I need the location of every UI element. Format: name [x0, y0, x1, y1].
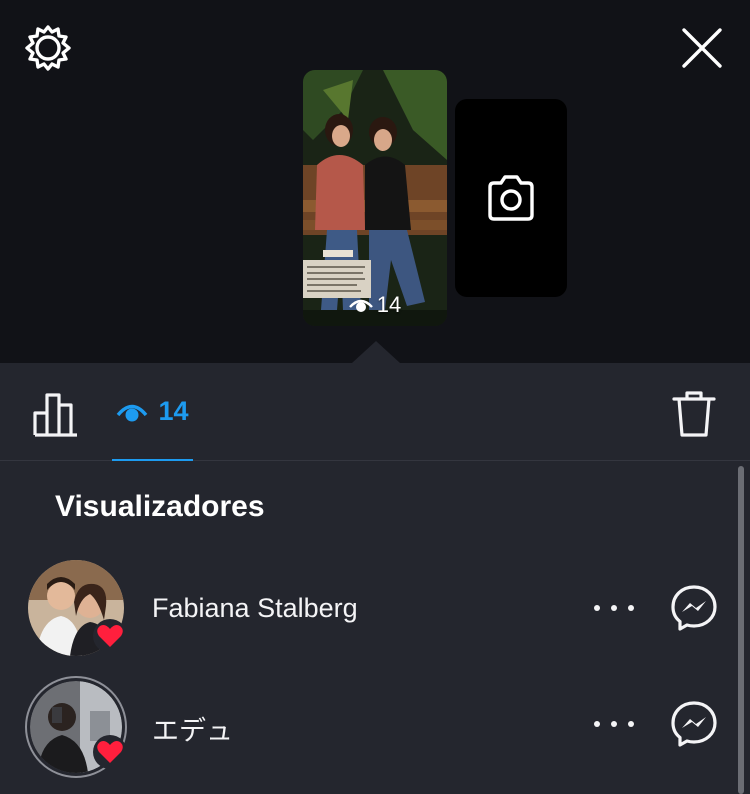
more-dot — [594, 721, 600, 727]
send-message-button[interactable] — [670, 584, 718, 632]
bar-chart-icon — [33, 393, 77, 437]
settings-button[interactable] — [22, 22, 74, 74]
story-photo — [303, 70, 447, 326]
tab-views[interactable]: 14 — [112, 363, 193, 460]
sheet-tab-bar: 14 — [0, 363, 750, 461]
messenger-icon — [671, 701, 717, 747]
camera-icon — [488, 175, 534, 221]
heart-icon — [97, 625, 123, 647]
scrollbar[interactable] — [738, 466, 744, 794]
thumbnail-view-count-label: 14 — [376, 292, 402, 317]
more-dot — [611, 721, 617, 727]
thumbnail-view-count: 14 — [303, 292, 447, 318]
more-options-button[interactable] — [594, 598, 634, 618]
eye-icon — [348, 299, 373, 312]
story-preview-area: 14 — [0, 0, 750, 363]
more-dot — [628, 605, 634, 611]
tab-insights[interactable] — [32, 391, 80, 437]
story-thumbnail[interactable]: 14 — [303, 70, 447, 326]
viewers-sheet: 14 Visualizadores Fabiana Stalberg エデュ — [0, 363, 750, 794]
viewer-row[interactable]: Fabiana Stalberg — [0, 557, 750, 667]
viewer-row[interactable]: エデュ — [0, 673, 750, 783]
heart-icon — [97, 741, 123, 763]
viewer-name: Fabiana Stalberg — [152, 593, 358, 623]
tab-views-count: 14 — [158, 396, 189, 426]
gear-icon — [25, 25, 71, 71]
close-icon — [682, 28, 722, 68]
close-button[interactable] — [676, 22, 728, 74]
more-dot — [594, 605, 600, 611]
liked-badge — [93, 735, 127, 769]
more-dot — [628, 721, 634, 727]
active-tab-indicator — [112, 459, 193, 461]
messenger-icon — [671, 585, 717, 631]
eye-icon — [117, 404, 148, 421]
more-options-button[interactable] — [594, 714, 634, 734]
viewer-name: エデュ — [152, 716, 233, 746]
add-story-card[interactable] — [455, 99, 567, 297]
liked-badge — [93, 619, 127, 653]
more-dot — [611, 605, 617, 611]
section-title: Visualizadores — [55, 490, 265, 523]
delete-story-button[interactable] — [670, 389, 718, 439]
send-message-button[interactable] — [670, 700, 718, 748]
selection-pointer — [352, 341, 400, 363]
trash-icon — [672, 391, 716, 437]
